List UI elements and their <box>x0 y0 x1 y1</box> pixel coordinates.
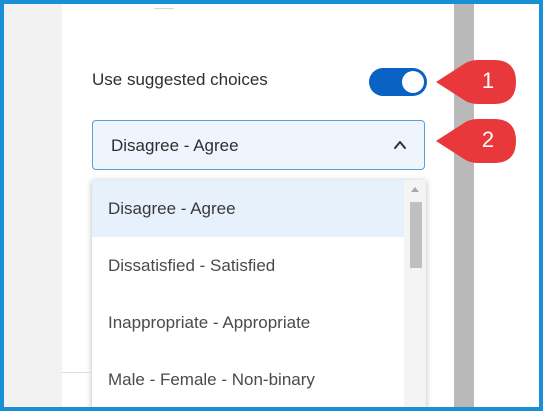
use-suggested-choices-toggle[interactable] <box>369 68 427 96</box>
dropdown-option[interactable]: Inappropriate - Appropriate <box>92 294 404 351</box>
callout-marker-1: 1 <box>434 58 518 106</box>
scroll-thumb[interactable] <box>410 202 422 268</box>
callout-number: 1 <box>481 68 495 93</box>
dropdown-option[interactable]: Male - Female - Non-binary <box>92 351 404 407</box>
scroll-up-arrow-icon[interactable] <box>411 187 419 192</box>
toggle-knob <box>402 71 424 93</box>
screenshot-frame: Use suggested choices Disagree - Agree D… <box>0 0 543 411</box>
callout-number: 2 <box>481 127 495 152</box>
choices-select[interactable]: Disagree - Agree <box>92 120 425 170</box>
dropdown-list: Disagree - Agree Dissatisfied - Satisfie… <box>92 180 404 407</box>
select-value: Disagree - Agree <box>111 136 239 155</box>
use-suggested-choices-label: Use suggested choices <box>92 70 268 89</box>
callout-marker-2: 2 <box>434 117 518 165</box>
dropdown-option[interactable]: Dissatisfied - Satisfied <box>92 237 404 294</box>
divider <box>154 8 174 9</box>
divider <box>62 372 92 373</box>
chevron-up-icon <box>394 141 406 149</box>
dropdown-scrollbar[interactable] <box>404 180 426 407</box>
dropdown-option[interactable]: Disagree - Agree <box>92 180 404 237</box>
choices-dropdown: Disagree - Agree Dissatisfied - Satisfie… <box>92 180 426 407</box>
